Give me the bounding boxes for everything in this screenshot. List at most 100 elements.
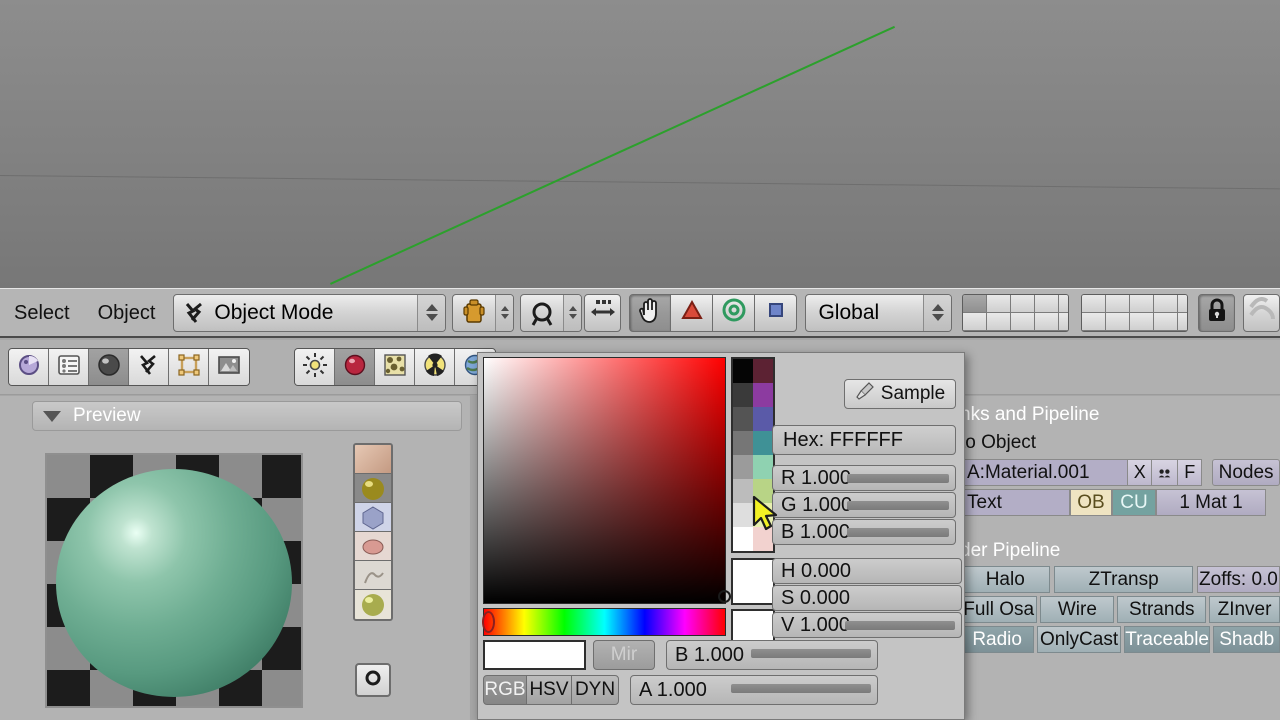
toggle-onlycast[interactable]: OnlyCast bbox=[1037, 626, 1121, 653]
layer-cell[interactable] bbox=[963, 294, 988, 313]
layer-cell[interactable] bbox=[1130, 294, 1155, 313]
toggle-traceable[interactable]: Traceable bbox=[1123, 626, 1211, 653]
toggle-shadbuf[interactable]: Shadb bbox=[1213, 626, 1280, 653]
material-preview[interactable] bbox=[45, 453, 303, 708]
hue-cursor[interactable] bbox=[482, 611, 495, 633]
toggle-dyn[interactable]: DYN bbox=[571, 675, 619, 705]
color-picker-popup[interactable]: Mir Sample Hex: FFFFFF R 1.000 G 1.000 B… bbox=[477, 352, 965, 720]
pivot-bounding-button[interactable] bbox=[755, 293, 798, 332]
slider-a[interactable]: A 1.000 bbox=[630, 675, 878, 705]
mir-button[interactable]: Mir bbox=[593, 640, 655, 670]
saturation-value-square[interactable] bbox=[483, 357, 731, 604]
toggle-rgb[interactable]: RGB bbox=[483, 675, 527, 705]
toggle-full-osa[interactable]: Full Osa bbox=[960, 596, 1038, 623]
layer-cell[interactable] bbox=[1154, 312, 1179, 331]
layer-cell[interactable] bbox=[1106, 312, 1131, 331]
preview-type-sphere-sky[interactable] bbox=[355, 590, 391, 619]
nodes-button[interactable]: Nodes bbox=[1212, 459, 1280, 486]
sample-button[interactable]: Sample bbox=[844, 379, 956, 409]
layer-cell[interactable] bbox=[1011, 294, 1036, 313]
layer-cell[interactable] bbox=[1178, 294, 1188, 313]
layer-cell[interactable] bbox=[987, 312, 1012, 331]
menu-object[interactable]: Object bbox=[84, 303, 170, 323]
swatch-current-color[interactable] bbox=[731, 558, 775, 605]
chevron-updown-icon[interactable] bbox=[923, 294, 952, 331]
slider-b[interactable]: B 1.000 bbox=[772, 519, 956, 545]
slider-h[interactable]: H 0.000 bbox=[772, 558, 962, 584]
slider-r[interactable]: R 1.000 bbox=[772, 465, 956, 491]
shading-material-button[interactable] bbox=[335, 349, 375, 385]
layer-cell[interactable] bbox=[1011, 312, 1036, 331]
fake-user-button[interactable]: F bbox=[1178, 459, 1203, 486]
menu-select[interactable]: Select bbox=[0, 303, 84, 323]
toggle-ztransp[interactable]: ZTransp bbox=[1054, 566, 1193, 593]
layer-cell[interactable] bbox=[1059, 294, 1069, 313]
lock-layers-button[interactable] bbox=[1198, 293, 1236, 332]
layer-cell[interactable] bbox=[1154, 294, 1179, 313]
color-swatch[interactable] bbox=[733, 431, 753, 455]
pivot-hand-button[interactable] bbox=[629, 293, 672, 332]
swatch-wide-color[interactable] bbox=[483, 640, 586, 670]
text-field[interactable]: Text bbox=[960, 489, 1070, 516]
color-swatch[interactable] bbox=[753, 407, 773, 431]
layer-cell[interactable] bbox=[1130, 312, 1155, 331]
layer-cell[interactable] bbox=[987, 294, 1012, 313]
chevron-updown-icon[interactable] bbox=[563, 294, 582, 331]
preview-type-plane[interactable] bbox=[355, 445, 391, 474]
zoffs-field[interactable]: Zoffs: 0.0 bbox=[1196, 566, 1280, 593]
color-swatch[interactable] bbox=[753, 383, 773, 407]
transform-orientation-dropdown[interactable]: Global bbox=[805, 293, 953, 332]
layer-cell[interactable] bbox=[1082, 294, 1107, 313]
layer-cell[interactable] bbox=[963, 312, 988, 331]
slider-s[interactable]: S 0.000 bbox=[772, 585, 962, 611]
slider-g[interactable]: G 1.000 bbox=[772, 492, 956, 518]
toggle-wire[interactable]: Wire bbox=[1040, 596, 1115, 623]
shading-texture-button[interactable] bbox=[375, 349, 415, 385]
context-scene-button[interactable] bbox=[209, 349, 249, 385]
toggle-strands[interactable]: Strands bbox=[1117, 596, 1207, 623]
context-object-button[interactable] bbox=[129, 349, 169, 385]
shading-lamp-button[interactable] bbox=[295, 349, 335, 385]
material-name-field[interactable]: A:Material.001 bbox=[960, 459, 1129, 486]
context-script-button[interactable] bbox=[49, 349, 89, 385]
color-swatch[interactable] bbox=[753, 431, 773, 455]
chevron-updown-icon[interactable] bbox=[417, 294, 446, 331]
pivot-median-button[interactable] bbox=[671, 293, 714, 332]
preview-render-button[interactable] bbox=[355, 663, 391, 697]
preview-type-monkey[interactable] bbox=[355, 532, 391, 561]
draw-type-dropdown[interactable] bbox=[452, 293, 515, 332]
hue-strip[interactable] bbox=[483, 608, 726, 636]
render-button[interactable] bbox=[1243, 293, 1280, 332]
preview-panel-header[interactable]: Preview bbox=[32, 401, 462, 431]
unlink-button[interactable]: X bbox=[1128, 459, 1153, 486]
pivot-cursor-button[interactable] bbox=[713, 293, 756, 332]
3d-viewport[interactable] bbox=[0, 0, 1280, 288]
layer-cell[interactable] bbox=[1178, 312, 1188, 331]
rotate-manipulator-dropdown[interactable] bbox=[520, 293, 583, 332]
preview-type-hair[interactable] bbox=[355, 561, 391, 590]
ob-button[interactable]: OB bbox=[1070, 489, 1112, 516]
toggle-zinvert[interactable]: ZInver bbox=[1209, 596, 1280, 623]
layer-selector-group-a[interactable] bbox=[962, 293, 1070, 332]
layer-cell[interactable] bbox=[1106, 294, 1131, 313]
context-shading-button[interactable] bbox=[89, 349, 129, 385]
triangle-down-icon[interactable] bbox=[43, 410, 61, 422]
preview-type-sphere[interactable] bbox=[355, 474, 391, 503]
slider-v[interactable]: V 1.000 bbox=[772, 612, 962, 638]
color-swatch[interactable] bbox=[733, 383, 753, 407]
preview-type-cube[interactable] bbox=[355, 503, 391, 532]
slider-b-mirror[interactable]: B 1.000 bbox=[666, 640, 878, 670]
color-swatch[interactable] bbox=[753, 359, 773, 383]
toggle-halo[interactable]: Halo bbox=[960, 566, 1051, 593]
layer-cell[interactable] bbox=[1059, 312, 1069, 331]
users-icon[interactable] bbox=[1152, 459, 1179, 486]
translate-manipulator-button[interactable] bbox=[584, 293, 622, 332]
sv-cursor[interactable] bbox=[718, 590, 731, 603]
color-swatch[interactable] bbox=[733, 527, 753, 551]
chevron-updown-icon[interactable] bbox=[495, 294, 514, 331]
toggle-radio[interactable]: Radio bbox=[960, 626, 1035, 653]
layer-cell[interactable] bbox=[1035, 312, 1060, 331]
color-swatch[interactable] bbox=[733, 359, 753, 383]
color-swatch[interactable] bbox=[733, 407, 753, 431]
mode-dropdown[interactable]: Object Mode bbox=[173, 293, 447, 332]
